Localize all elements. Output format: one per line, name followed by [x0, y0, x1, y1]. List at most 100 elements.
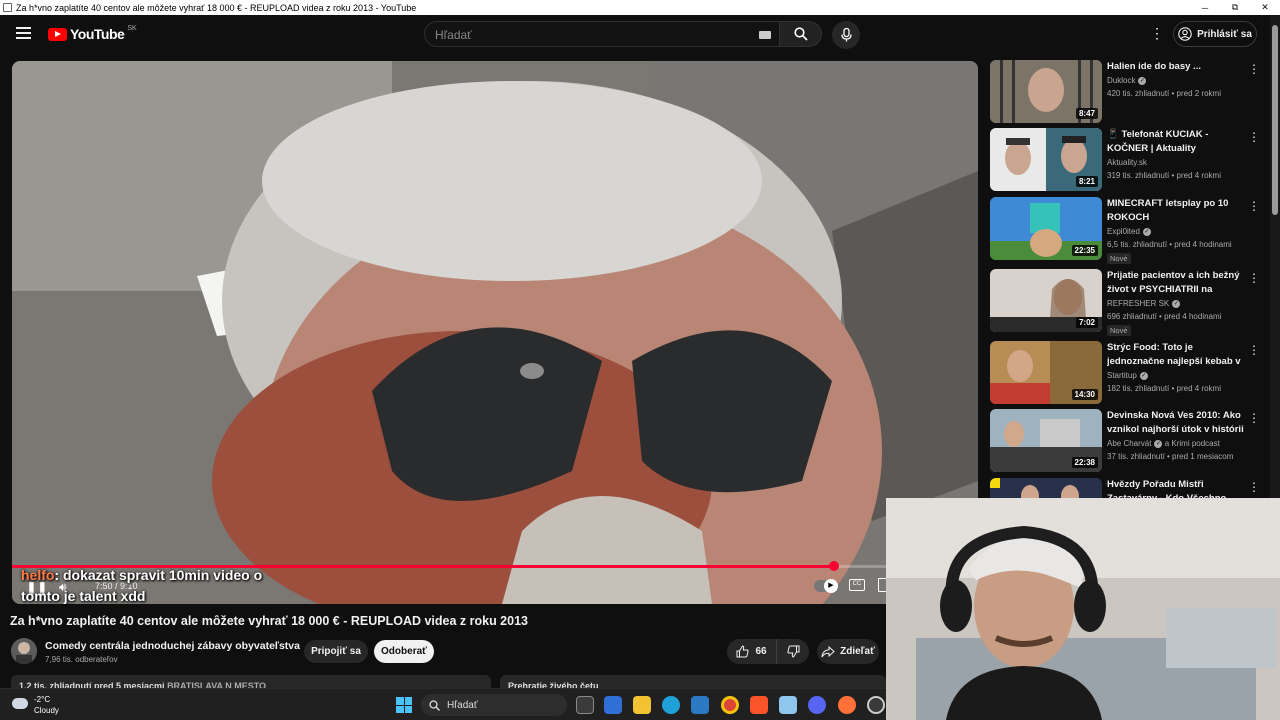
video-duration: 8:21 — [1075, 176, 1098, 187]
recommendation-title[interactable]: Halien ide do basy ... — [1107, 60, 1247, 74]
recommendation-title[interactable]: Prijatie pacientov a ich bežný život v P… — [1107, 269, 1247, 296]
taskbar-search-label: Hľadať — [447, 699, 478, 711]
recommendation-item[interactable]: 22:38 Devinska Nová Ves 2010: Ako vzniko… — [990, 409, 1270, 473]
firefox-icon[interactable] — [838, 696, 856, 714]
channel-name[interactable]: Comedy centrála jednoduchej zábavy obyva… — [45, 640, 300, 652]
maximize-button[interactable]: ⧉ — [1220, 0, 1250, 15]
recommendation-channel[interactable]: Abe Charvát ✓ a Krimi podcast — [1107, 439, 1220, 448]
item-menu-kebab-icon[interactable]: ⋮ — [1248, 343, 1260, 357]
search-button[interactable] — [780, 21, 822, 47]
webcam-image — [886, 498, 1280, 720]
recommendation-meta: 696 zhliadnutí • pred 4 hodinami — [1107, 312, 1222, 321]
scrollbar-thumb[interactable] — [1272, 25, 1278, 215]
item-menu-kebab-icon[interactable]: ⋮ — [1248, 411, 1260, 425]
recommendation-channel[interactable]: Duklock ✓ — [1107, 76, 1147, 85]
windows-taskbar: -2°C Cloudy Hľadať — [0, 688, 886, 720]
recommendation-title[interactable]: Hvězdy Pořadu Mistři Zastavárny - Kdo Vš… — [1107, 478, 1247, 498]
video-duration: 22:38 — [1071, 457, 1098, 468]
recommendation-title[interactable]: MINECRAFT letsplay po 10 ROKOCH — [1107, 197, 1247, 224]
youtube-play-icon — [48, 27, 67, 41]
item-menu-kebab-icon[interactable]: ⋮ — [1248, 199, 1260, 213]
chrome-icon[interactable] — [721, 696, 739, 714]
voice-search-button[interactable] — [832, 21, 860, 49]
recommendation-channel[interactable]: REFRESHER SK ✓ — [1107, 299, 1181, 308]
share-button[interactable]: Zdieľať — [817, 639, 879, 664]
task-view-icon[interactable] — [576, 696, 594, 714]
video-thumbnail[interactable]: 22:35 — [990, 197, 1102, 260]
search-input[interactable]: Hľadať — [424, 21, 780, 47]
obs-icon[interactable] — [867, 696, 885, 714]
settings-kebab-icon[interactable]: ⋮ — [1150, 25, 1164, 42]
video-duration: 8:47 — [1075, 108, 1098, 119]
photos-icon[interactable] — [691, 696, 709, 714]
recommendation-item[interactable]: 7:02 Prijatie pacientov a ich bežný živo… — [990, 269, 1270, 336]
notepad-icon[interactable] — [779, 696, 797, 714]
menu-icon[interactable] — [16, 27, 31, 39]
subscribe-button[interactable]: Odoberať — [374, 640, 434, 663]
youtube-logo[interactable]: YouTube SK — [48, 25, 137, 42]
video-thumbnail[interactable]: 8:47 — [990, 60, 1102, 123]
recommendation-item[interactable]: Hvězdy Pořadu Mistři Zastavárny - Kdo Vš… — [990, 478, 1270, 498]
app-icon — [3, 3, 12, 12]
video-thumbnail[interactable] — [990, 478, 1102, 498]
video-frame — [12, 61, 978, 604]
recommendation-item[interactable]: 8:21 📱 Telefonát KUCIAK - KOČNER | Aktua… — [990, 128, 1270, 192]
video-duration: 22:35 — [1071, 245, 1098, 256]
weather-description[interactable]: Cloudy — [34, 706, 59, 715]
search-icon — [429, 699, 440, 711]
minimize-button[interactable]: ─ — [1190, 0, 1220, 15]
subscriber-count: 7,96 tis. odberateľov — [45, 655, 118, 664]
recommendation-title[interactable]: Strýc Food: Toto je jednoznačne najlepší… — [1107, 341, 1247, 368]
recommendation-meta: 319 tis. zhliadnutí • pred 4 rokmi — [1107, 171, 1221, 180]
keyboard-icon[interactable] — [759, 31, 771, 39]
recommendation-item[interactable]: 8:47 Halien ide do basy ... Duklock ✓ 420… — [990, 60, 1270, 124]
taskbar-search[interactable]: Hľadať — [421, 694, 567, 716]
video-player[interactable] — [12, 61, 978, 604]
item-menu-kebab-icon[interactable]: ⋮ — [1248, 271, 1260, 285]
close-button[interactable]: ✕ — [1250, 0, 1280, 15]
recommendation-title[interactable]: Devinska Nová Ves 2010: Ako vznikol najh… — [1107, 409, 1247, 436]
file-explorer-icon[interactable] — [633, 696, 651, 714]
verified-icon: ✓ — [1138, 76, 1147, 85]
recommendation-channel[interactable]: Expl0ited ✓ — [1107, 227, 1151, 236]
cloud-icon[interactable] — [12, 698, 28, 709]
thumbs-up-icon — [736, 645, 750, 658]
recommendation-meta: 37 tis. zhliadnutí • pred 1 mesiacom — [1107, 452, 1234, 461]
video-thumbnail[interactable]: 8:21 — [990, 128, 1102, 191]
yt-header: YouTube SK Hľadať ⋮ Prihlásiť sa — [0, 15, 1270, 53]
recommendation-channel[interactable]: Aktuality.sk — [1107, 158, 1147, 167]
windows-start-icon[interactable] — [396, 697, 412, 713]
edge-icon[interactable] — [662, 696, 680, 714]
signin-button[interactable]: Prihlásiť sa — [1173, 21, 1257, 47]
item-menu-kebab-icon[interactable]: ⋮ — [1248, 480, 1260, 494]
recommendation-item[interactable]: 22:35 MINECRAFT letsplay po 10 ROKOCH Ex… — [990, 197, 1270, 264]
video-thumbnail[interactable]: 7:02 — [990, 269, 1102, 332]
signin-label: Prihlásiť sa — [1197, 28, 1252, 40]
autoplay-toggle[interactable] — [814, 579, 838, 593]
discord-icon[interactable] — [808, 696, 826, 714]
subtitles-icon[interactable]: CC — [849, 579, 865, 591]
progress-scrubber[interactable] — [828, 561, 839, 571]
join-button[interactable]: Pripojiť sa — [304, 640, 368, 663]
item-menu-kebab-icon[interactable]: ⋮ — [1248, 130, 1260, 144]
store-icon[interactable] — [604, 696, 622, 714]
recommendation-meta: 6,5 tis. zhliadnutí • pred 4 hodinami — [1107, 240, 1232, 249]
thumbnail-image — [990, 478, 1102, 498]
item-menu-kebab-icon[interactable]: ⋮ — [1248, 62, 1260, 76]
channel-avatar[interactable] — [11, 638, 37, 664]
search-placeholder: Hľadať — [435, 28, 472, 42]
recommendation-channel[interactable]: Startitup ✓ — [1107, 371, 1148, 380]
like-count: 66 — [755, 646, 767, 657]
recommendation-item[interactable]: 14:30 Strýc Food: Toto je jednoznačne na… — [990, 341, 1270, 405]
video-thumbnail[interactable]: 14:30 — [990, 341, 1102, 404]
chat-username: helfo — [21, 567, 55, 583]
chat-overlay: helfo: dokazat spravit 10min video o tom… — [21, 565, 291, 607]
dislike-button[interactable] — [777, 639, 809, 664]
brave-icon[interactable] — [750, 696, 768, 714]
verified-icon: ✓ — [1154, 439, 1163, 448]
weather-temperature[interactable]: -2°C — [34, 695, 50, 704]
recommendation-title[interactable]: 📱 Telefonát KUCIAK - KOČNER | Aktuality — [1107, 128, 1247, 155]
video-title: Za h*vno zaplatíte 40 centov ale môžete … — [10, 614, 528, 628]
like-button[interactable]: 66 — [727, 639, 777, 664]
video-thumbnail[interactable]: 22:38 — [990, 409, 1102, 472]
